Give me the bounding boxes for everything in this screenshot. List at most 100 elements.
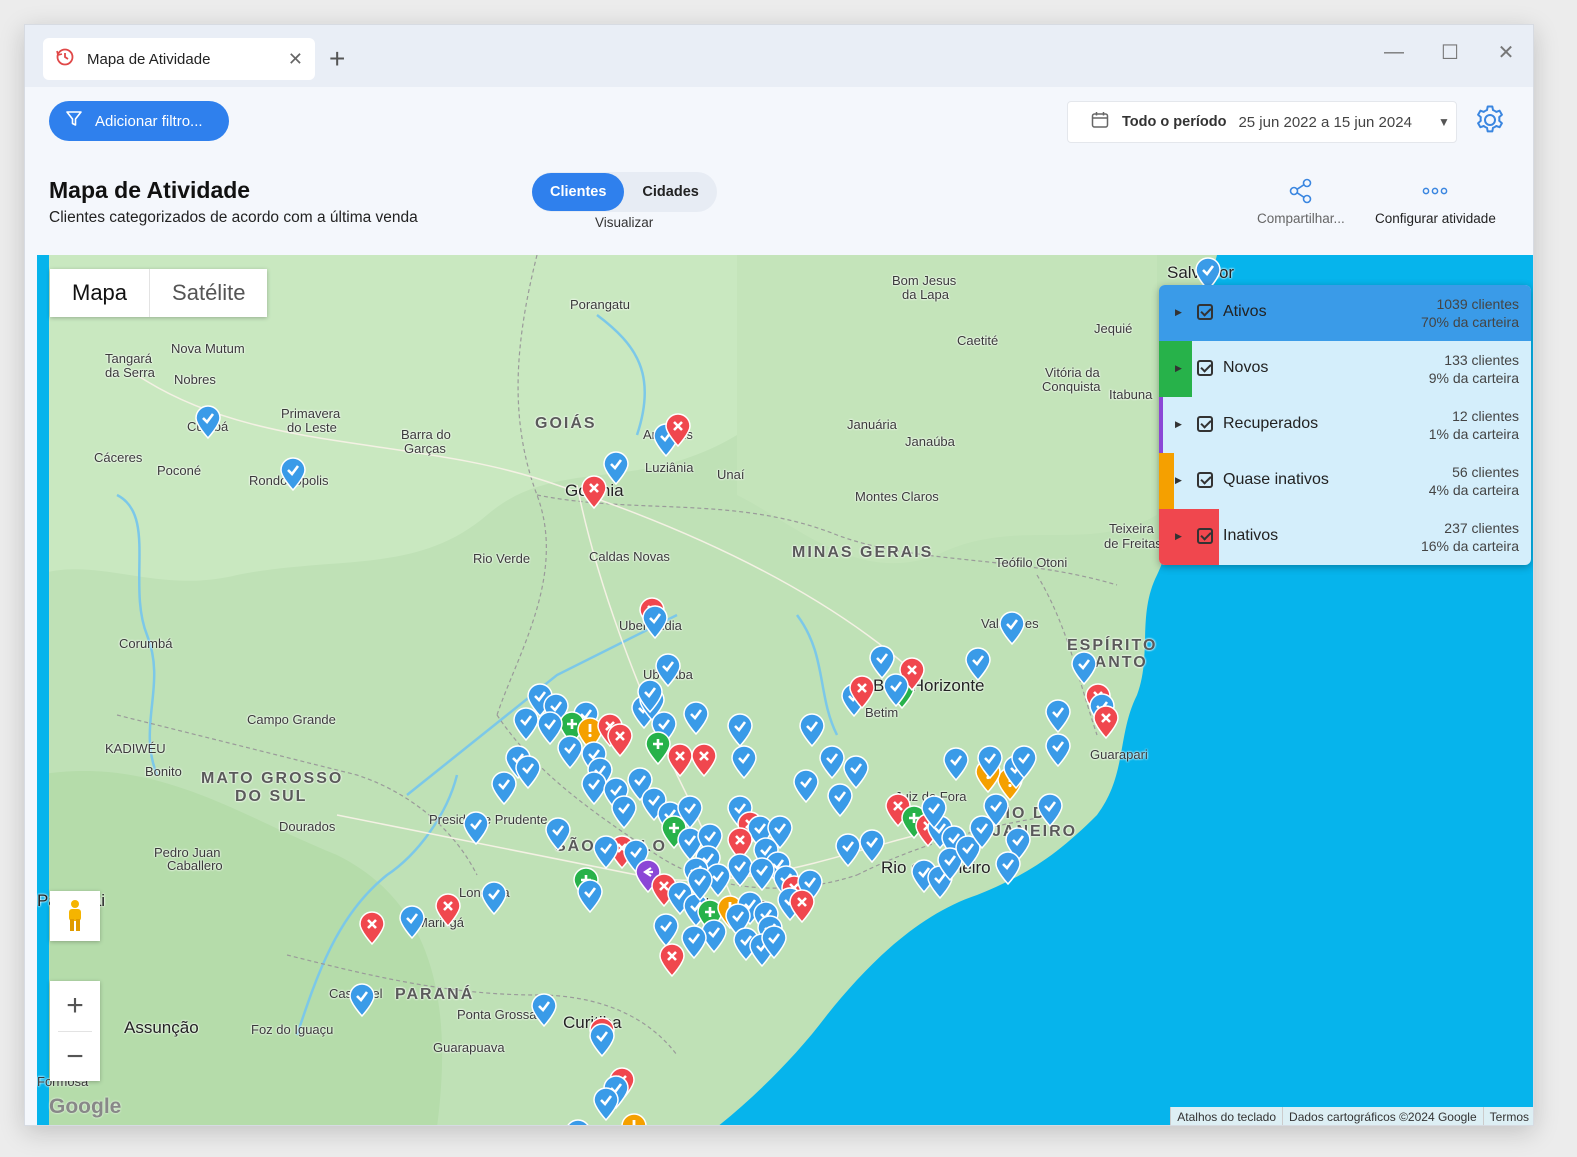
legend-checkbox[interactable] xyxy=(1197,472,1213,488)
client-marker[interactable] xyxy=(1045,699,1071,734)
legend-name: Quase inativos xyxy=(1223,471,1329,488)
client-marker[interactable] xyxy=(843,755,869,790)
period-selector[interactable]: Todo o período 25 jun 2022 a 15 jun 2024… xyxy=(1067,101,1457,143)
expand-caret-icon[interactable]: ▶ xyxy=(1175,475,1182,486)
legend-share: 9% da carteira xyxy=(1428,370,1519,386)
client-marker[interactable] xyxy=(849,675,875,710)
map-label: Teixeira xyxy=(1109,521,1154,536)
activity-map[interactable]: SalvadorBom Jesusda LapaPorangatuCaetité… xyxy=(37,255,1533,1126)
browser-tab[interactable]: Mapa de Atividade ✕ xyxy=(43,38,315,80)
legend-row-quase-inativos[interactable]: ▶ Quase inativos 56 clientes 4% da carteira xyxy=(1159,453,1531,509)
client-marker[interactable] xyxy=(607,723,633,758)
client-marker[interactable] xyxy=(665,413,691,448)
client-marker[interactable] xyxy=(280,457,306,492)
client-marker[interactable] xyxy=(977,745,1003,780)
client-marker[interactable] xyxy=(435,893,461,928)
client-marker[interactable] xyxy=(793,769,819,804)
view-clientes-button[interactable]: Clientes xyxy=(532,173,625,211)
map-type-satelite-button[interactable]: Satélite xyxy=(150,269,267,317)
new-tab-button[interactable]: + xyxy=(329,45,345,73)
client-marker[interactable] xyxy=(727,713,753,748)
expand-caret-icon[interactable]: ▶ xyxy=(1175,307,1182,318)
client-marker[interactable] xyxy=(513,707,539,742)
client-marker[interactable] xyxy=(1093,705,1119,740)
client-marker[interactable] xyxy=(819,745,845,780)
map-type-mapa-button[interactable]: Mapa xyxy=(50,269,151,317)
client-marker[interactable] xyxy=(577,879,603,914)
zoom-in-button[interactable]: + xyxy=(50,981,100,1031)
client-marker[interactable] xyxy=(761,925,787,960)
legend-row-ativos[interactable]: ▶ Ativos 1039 clientes 70% da carteira xyxy=(1159,285,1531,341)
legend-checkbox[interactable] xyxy=(1197,416,1213,432)
client-marker[interactable] xyxy=(883,673,909,708)
client-marker[interactable] xyxy=(491,771,517,806)
client-marker[interactable] xyxy=(593,835,619,870)
client-marker[interactable] xyxy=(767,815,793,850)
add-filter-button[interactable]: Adicionar filtro... xyxy=(49,101,229,141)
client-marker[interactable] xyxy=(557,735,583,770)
client-marker[interactable] xyxy=(1045,733,1071,768)
client-marker[interactable] xyxy=(637,679,663,714)
client-marker[interactable] xyxy=(593,1087,619,1122)
client-marker[interactable] xyxy=(659,943,685,978)
legend-stats: 56 clientes 4% da carteira xyxy=(1429,463,1519,499)
client-marker[interactable] xyxy=(1071,651,1097,686)
expand-caret-icon[interactable]: ▶ xyxy=(1175,363,1182,374)
client-marker[interactable] xyxy=(399,905,425,940)
client-marker[interactable] xyxy=(799,713,825,748)
client-marker[interactable] xyxy=(683,701,709,736)
client-marker[interactable] xyxy=(581,475,607,510)
activity-legend: ▶ Ativos 1039 clientes 70% da carteira ▶ Novo… xyxy=(1159,285,1531,565)
client-marker[interactable] xyxy=(687,867,713,902)
configure-activity-button[interactable]: Configurar atividade xyxy=(1375,177,1496,226)
client-marker[interactable] xyxy=(691,743,717,778)
close-window-icon[interactable]: ✕ xyxy=(1497,42,1515,64)
legend-checkbox[interactable] xyxy=(1197,360,1213,376)
client-marker[interactable] xyxy=(859,829,885,864)
keyboard-shortcuts-link[interactable]: Atalhos do teclado xyxy=(1170,1107,1282,1125)
client-marker[interactable] xyxy=(999,611,1025,646)
client-marker[interactable] xyxy=(965,647,991,682)
client-marker[interactable] xyxy=(431,1125,457,1126)
share-button[interactable]: Compartilhar... xyxy=(1257,177,1345,226)
client-marker[interactable] xyxy=(349,983,375,1018)
street-view-pegman-icon[interactable] xyxy=(50,891,100,941)
legend-checkbox[interactable] xyxy=(1197,304,1213,320)
client-marker[interactable] xyxy=(359,911,385,946)
client-marker[interactable] xyxy=(531,993,557,1028)
view-cidades-button[interactable]: Cidades xyxy=(624,173,716,211)
terms-link[interactable]: Termos xyxy=(1482,1107,1533,1125)
client-marker[interactable] xyxy=(565,1119,591,1125)
expand-caret-icon[interactable]: ▶ xyxy=(1175,531,1182,542)
legend-row-inativos[interactable]: ▶ Inativos 237 clientes 16% da carteira xyxy=(1159,509,1531,565)
client-marker[interactable] xyxy=(995,851,1021,886)
gear-icon[interactable] xyxy=(1473,103,1507,137)
zoom-out-button[interactable]: − xyxy=(50,1032,100,1082)
client-marker[interactable] xyxy=(589,1023,615,1058)
legend-checkbox[interactable] xyxy=(1197,528,1213,544)
client-marker[interactable] xyxy=(1037,793,1063,828)
expand-caret-icon[interactable]: ▶ xyxy=(1175,419,1182,430)
legend-row-recuperados[interactable]: ▶ Recuperados 12 clientes 1% da carteira xyxy=(1159,397,1531,453)
close-tab-icon[interactable]: ✕ xyxy=(288,49,303,70)
client-marker[interactable] xyxy=(645,731,671,766)
minimize-icon[interactable]: — xyxy=(1384,41,1404,63)
client-marker[interactable] xyxy=(731,745,757,780)
client-marker[interactable] xyxy=(195,405,221,440)
client-marker[interactable] xyxy=(621,1113,647,1125)
client-marker[interactable] xyxy=(481,881,507,916)
client-marker[interactable] xyxy=(835,833,861,868)
client-marker[interactable] xyxy=(1011,745,1037,780)
client-marker[interactable] xyxy=(943,747,969,782)
legend-share: 16% da carteira xyxy=(1420,538,1519,554)
client-marker[interactable] xyxy=(749,857,775,892)
client-marker[interactable] xyxy=(921,795,947,830)
client-marker[interactable] xyxy=(515,755,541,790)
client-marker[interactable] xyxy=(642,605,668,640)
client-marker[interactable] xyxy=(463,811,489,846)
maximize-icon[interactable]: ☐ xyxy=(1441,42,1459,64)
client-marker[interactable] xyxy=(789,889,815,924)
client-marker[interactable] xyxy=(653,913,679,948)
legend-row-novos[interactable]: ▶ Novos 133 clientes 9% da carteira xyxy=(1159,341,1531,397)
client-marker[interactable] xyxy=(545,817,571,852)
